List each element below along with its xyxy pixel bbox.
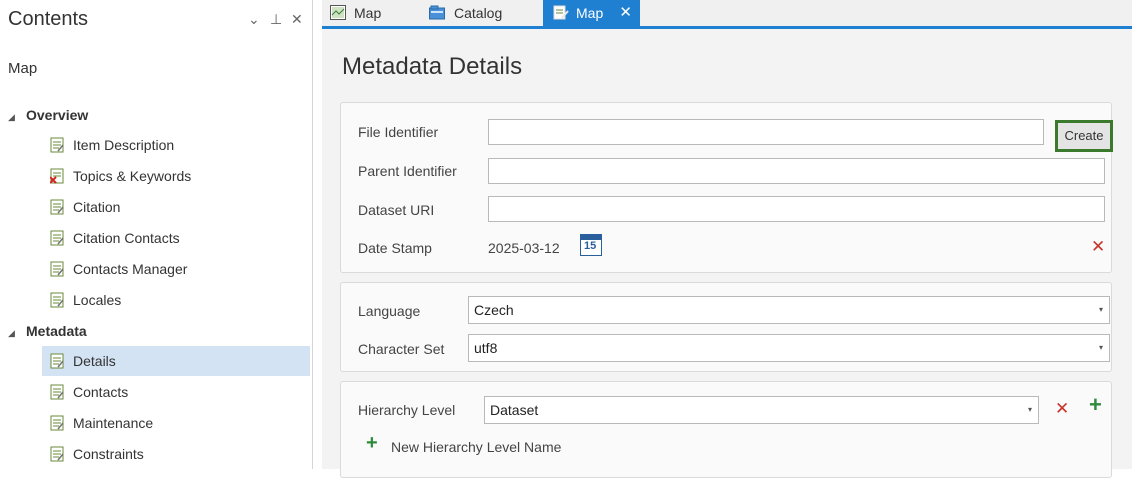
chevron-down-icon: ▾ xyxy=(1098,343,1103,352)
nav-item-label: Contacts Manager xyxy=(73,261,188,277)
language-label: Language xyxy=(358,303,421,319)
metadata-page-icon xyxy=(50,353,64,369)
contents-map-label: Map xyxy=(8,60,38,77)
nav-topics-keywords[interactable]: Topics & Keywords xyxy=(42,161,310,191)
nav-contacts-manager[interactable]: Contacts Manager xyxy=(42,254,310,284)
document-tab-bar: Map Catalog Map ✕ xyxy=(322,0,1132,26)
metadata-page-icon xyxy=(50,137,64,153)
contents-pane-header: Contents ⌄ ⊥ ✕ xyxy=(8,6,308,34)
tab-map[interactable]: Map xyxy=(322,0,417,26)
tab-label: Map xyxy=(576,5,604,21)
nav-citation[interactable]: Citation xyxy=(42,192,310,222)
file-identifier-input[interactable] xyxy=(488,119,1044,145)
dataset-uri-label: Dataset URI xyxy=(358,202,435,218)
dataset-uri-input[interactable] xyxy=(488,196,1105,222)
metadata-page-icon xyxy=(50,384,64,400)
charset-label: Character Set xyxy=(358,341,445,357)
identification-card: File Identifier Create Parent Identifier… xyxy=(340,102,1113,273)
nav-contacts[interactable]: Contacts xyxy=(42,377,310,407)
collapse-triangle-icon[interactable]: ◢ xyxy=(8,106,26,128)
catalog-icon xyxy=(429,5,445,20)
tab-map-metadata[interactable]: Map ✕ xyxy=(543,0,640,26)
parent-identifier-label: Parent Identifier xyxy=(358,163,457,179)
nav-details[interactable]: Details xyxy=(42,346,310,376)
close-pane-icon[interactable]: ✕ xyxy=(291,10,303,28)
nav-item-label: Citation xyxy=(73,199,121,215)
plus-icon: + xyxy=(366,432,378,454)
chevron-down-icon: ▾ xyxy=(1027,405,1032,414)
language-select[interactable]: Czech ▾ xyxy=(468,296,1110,324)
metadata-page-icon xyxy=(50,415,64,431)
charset-select[interactable]: utf8 ▾ xyxy=(468,334,1110,362)
remove-hierarchy-icon[interactable]: ✕ xyxy=(1055,399,1069,419)
nav-item-label: Contacts xyxy=(73,384,129,400)
calendar-day: 15 xyxy=(584,240,597,252)
metadata-page-icon xyxy=(50,292,64,308)
tab-label: Catalog xyxy=(454,5,503,21)
metadata-page-icon xyxy=(50,261,64,277)
calendar-icon[interactable]: 15 xyxy=(580,234,602,256)
pin-icon[interactable]: ⊥ xyxy=(270,10,282,28)
map-icon xyxy=(330,5,346,20)
file-identifier-label: File Identifier xyxy=(358,124,439,140)
tab-catalog[interactable]: Catalog xyxy=(419,0,539,26)
nav-item-label: Topics & Keywords xyxy=(73,168,192,184)
nav-item-label: Constraints xyxy=(73,446,144,462)
new-hierarchy-level-name-label: New Hierarchy Level Name xyxy=(391,439,562,455)
charset-value: utf8 xyxy=(474,340,498,356)
nav-constraints[interactable]: Constraints xyxy=(42,439,310,469)
chevron-down-icon: ▾ xyxy=(1098,305,1103,314)
parent-identifier-input[interactable] xyxy=(488,158,1105,184)
hierarchy-card: Hierarchy Level Dataset ▾ ✕ + + New Hier… xyxy=(340,381,1112,478)
hierarchy-level-select[interactable]: Dataset ▾ xyxy=(484,396,1039,424)
nav-item-description[interactable]: Item Description xyxy=(42,130,310,160)
nav-item-label: Citation Contacts xyxy=(73,230,180,246)
section-overview-label: Overview xyxy=(26,107,89,123)
nav-item-label: Locales xyxy=(73,292,122,308)
section-metadata[interactable]: ◢ Metadata xyxy=(8,320,87,342)
section-overview[interactable]: ◢ Overview xyxy=(8,104,88,126)
nav-item-label: Maintenance xyxy=(73,415,154,431)
section-metadata-label: Metadata xyxy=(26,323,87,339)
metadata-page-icon xyxy=(50,199,64,215)
nav-citation-contacts[interactable]: Citation Contacts xyxy=(42,223,310,253)
nav-maintenance[interactable]: Maintenance xyxy=(42,408,310,438)
add-hierarchy-icon[interactable]: + xyxy=(1089,392,1102,418)
language-value: Czech xyxy=(474,302,514,318)
date-stamp-value: 2025-03-12 xyxy=(488,240,560,256)
hierarchy-level-label: Hierarchy Level xyxy=(358,402,456,418)
metadata-page-icon xyxy=(50,446,64,462)
locale-card: Language Czech ▾ Character Set utf8 ▾ xyxy=(340,282,1112,372)
metadata-edit-icon xyxy=(553,5,569,20)
nav-locales[interactable]: Locales xyxy=(42,285,310,315)
page-title: Metadata Details xyxy=(342,53,523,80)
close-tab-icon[interactable]: ✕ xyxy=(619,0,632,26)
nav-item-label: Item Description xyxy=(73,137,175,153)
collapse-triangle-icon[interactable]: ◢ xyxy=(8,322,26,344)
metadata-page-error-icon xyxy=(50,168,64,184)
clear-date-icon[interactable]: ✕ xyxy=(1091,237,1105,257)
metadata-page-icon xyxy=(50,230,64,246)
pane-options-chevron-icon[interactable]: ⌄ xyxy=(248,10,260,28)
tab-label: Map xyxy=(354,5,382,21)
contents-pane: Contents ⌄ ⊥ ✕ Map ◢ Overview Item Descri… xyxy=(0,0,313,469)
nav-item-label: Details xyxy=(73,353,116,369)
contents-pane-title: Contents xyxy=(8,8,89,30)
metadata-view: Metadata Details File Identifier Create … xyxy=(322,29,1132,478)
date-stamp-label: Date Stamp xyxy=(358,240,432,256)
hierarchy-level-value: Dataset xyxy=(490,402,539,418)
create-button[interactable]: Create xyxy=(1055,120,1113,152)
